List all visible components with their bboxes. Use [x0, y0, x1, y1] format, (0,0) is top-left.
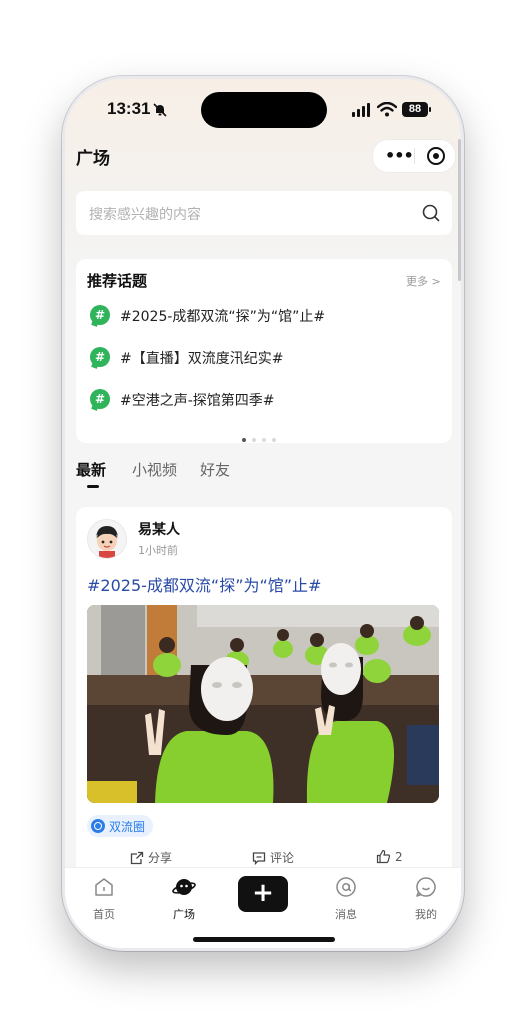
- avatar[interactable]: [87, 519, 127, 559]
- hashtag-icon: #: [90, 347, 110, 367]
- topic-label: #空港之声-探馆第四季#: [120, 393, 275, 409]
- battery-tip: [429, 107, 431, 112]
- tab-short-video[interactable]: 小视频: [132, 459, 177, 480]
- bell-muted-icon: [153, 103, 167, 117]
- post-time: 1小时前: [138, 544, 178, 557]
- home-icon: [95, 878, 113, 896]
- like-count: 2: [395, 849, 403, 864]
- topic-label: #2025-成都双流“探”为“馆”止#: [120, 309, 326, 325]
- tab-square[interactable]: 广场: [159, 876, 209, 922]
- screen: 13:31 88 广场 ••• 搜索感兴趣的内容 推荐话题 更多 > # #20…: [65, 79, 461, 948]
- close-miniapp-icon[interactable]: [427, 147, 445, 165]
- tab-me[interactable]: 我的: [401, 876, 451, 922]
- home-indicator[interactable]: [193, 937, 335, 942]
- pager-dot: [252, 438, 256, 442]
- share-icon: [130, 851, 144, 864]
- hashtag-icon: #: [90, 389, 110, 409]
- status-bar: 13:31 88: [65, 79, 461, 139]
- share-button[interactable]: 分享: [130, 849, 172, 866]
- at-icon: [336, 877, 356, 897]
- battery-indicator: 88: [402, 102, 428, 117]
- tab-latest[interactable]: 最新: [76, 459, 106, 480]
- circle-chip[interactable]: 双流圈: [87, 815, 154, 837]
- pager-dot: [262, 438, 266, 442]
- search-input[interactable]: 搜索感兴趣的内容: [76, 191, 452, 235]
- topics-heading: 推荐话题: [87, 272, 148, 290]
- tab-messages[interactable]: 消息: [321, 876, 371, 922]
- topics-more-link[interactable]: 更多 >: [406, 273, 441, 289]
- app-header: 广场 •••: [65, 139, 461, 177]
- signal-icon: [352, 103, 370, 117]
- share-label: 分享: [148, 851, 173, 865]
- avatar-image: [88, 520, 126, 558]
- post-author[interactable]: 易某人: [138, 519, 180, 539]
- tab-friends[interactable]: 好友: [200, 459, 230, 480]
- thumbs-up-icon: [376, 849, 391, 864]
- scrollbar[interactable]: [458, 139, 461, 281]
- classroom-photo: [87, 605, 439, 803]
- circle-icon: [91, 819, 105, 833]
- like-button[interactable]: 2: [376, 849, 403, 864]
- recommended-topics-card: 推荐话题 更多 > # #2025-成都双流“探”为“馆”止# # #【直播】双…: [76, 259, 452, 443]
- tab-square-label: 广场: [173, 908, 195, 921]
- pager-dot: [272, 438, 276, 442]
- pager-dot-active: [242, 438, 246, 442]
- tab-messages-label: 消息: [335, 908, 357, 921]
- dynamic-island: [201, 92, 327, 128]
- circle-chip-label: 双流圈: [109, 819, 146, 834]
- post-create-button[interactable]: +: [238, 876, 288, 912]
- search-placeholder: 搜索感兴趣的内容: [89, 207, 201, 223]
- bottom-tabbar: 首页 广场 + 消息 我的: [65, 867, 461, 948]
- carousel-pager: [242, 427, 282, 442]
- more-dots-icon[interactable]: •••: [385, 146, 414, 165]
- topic-label: #【直播】双流度汛纪实#: [120, 351, 284, 367]
- comment-button[interactable]: 评论: [252, 849, 294, 866]
- hashtag-icon: #: [90, 305, 110, 325]
- active-tab-indicator: [87, 485, 99, 488]
- feed-tabs: 最新 小视频 好友: [76, 459, 452, 495]
- smile-icon: [416, 877, 436, 897]
- tab-home-label: 首页: [93, 908, 115, 921]
- status-time: 13:31: [107, 99, 151, 118]
- post-photo[interactable]: [87, 605, 439, 803]
- search-icon[interactable]: [421, 203, 441, 223]
- phone-frame: 13:31 88 广场 ••• 搜索感兴趣的内容 推荐话题 更多 > # #20…: [62, 76, 464, 951]
- miniapp-capsule: •••: [372, 139, 456, 173]
- capsule-divider: [414, 148, 415, 164]
- tab-home[interactable]: 首页: [79, 876, 129, 922]
- comment-icon: [252, 851, 266, 865]
- comment-label: 评论: [270, 851, 295, 865]
- page-title: 广场: [76, 149, 110, 169]
- wifi-icon: [377, 102, 397, 117]
- tab-me-label: 我的: [415, 908, 437, 921]
- post-card[interactable]: 易某人 1小时前 #2025-成都双流“探”为“馆”止# 双流圈 分享 评论 2: [76, 507, 452, 877]
- plus-icon: +: [252, 878, 274, 908]
- post-topic-link[interactable]: #2025-成都双流“探”为“馆”止#: [87, 572, 321, 596]
- planet-icon: [172, 879, 196, 895]
